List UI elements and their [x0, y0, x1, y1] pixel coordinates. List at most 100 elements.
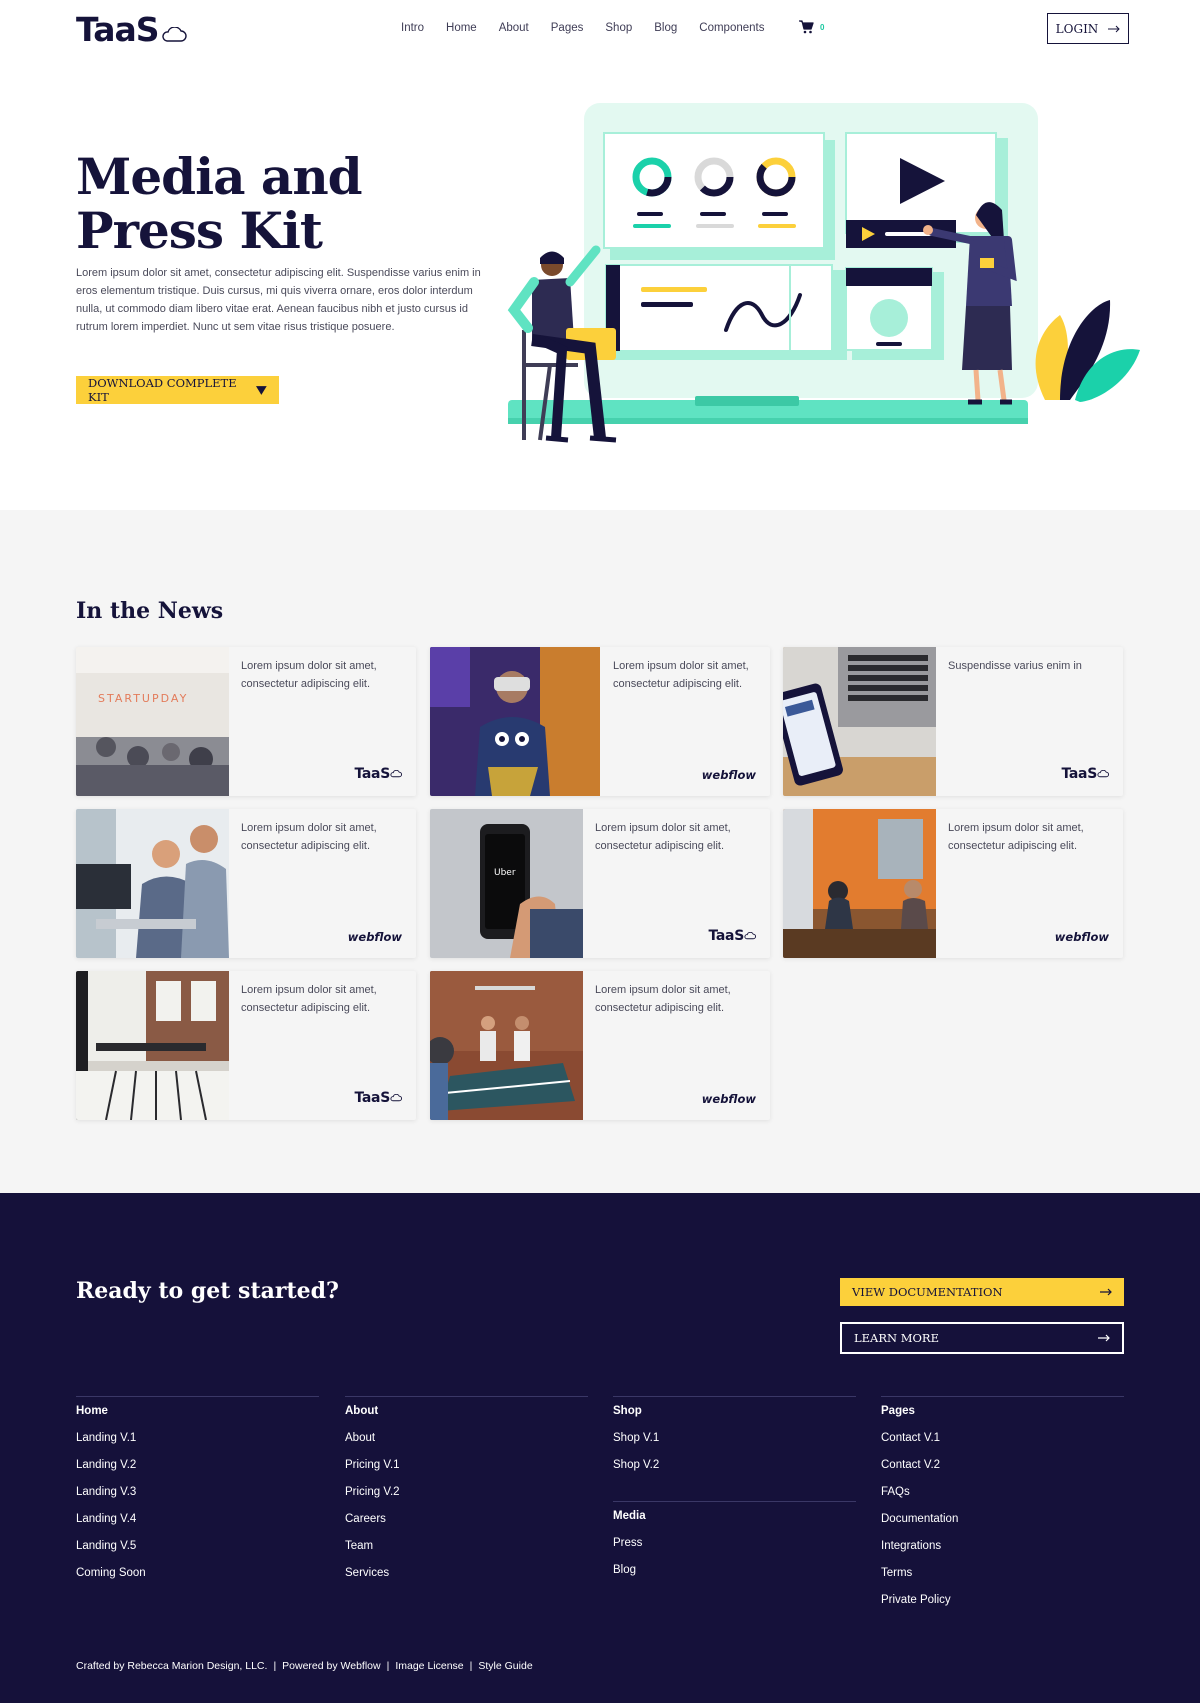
footer-link[interactable]: Shop V.1 [613, 1432, 856, 1459]
footer-heading: Home [76, 1405, 108, 1417]
doc-label: VIEW DOCUMENTATION [852, 1285, 1003, 1299]
footer-col-pages: Pages Contact V.1 Contact V.2 FAQs Docum… [881, 1396, 1124, 1621]
footer-col-about: About About Pricing V.1 Pricing V.2 Care… [345, 1396, 588, 1594]
news-card[interactable]: Lorem ipsum dolor sit amet, consectetur … [430, 971, 770, 1120]
news-card-photo [430, 647, 600, 796]
cloud-icon [390, 770, 402, 778]
brand-taas-label: TaaS [708, 928, 744, 944]
cloud-icon [744, 932, 756, 940]
arrow-right-icon [1100, 1288, 1112, 1296]
news-card-photo [783, 809, 936, 958]
news-card-brand: webflow [701, 768, 756, 782]
footer-link[interactable]: Contact V.1 [881, 1432, 1124, 1459]
arrow-right-icon [1108, 25, 1121, 32]
footer-link[interactable]: Pricing V.2 [345, 1486, 588, 1513]
footer-col-media: Media Press Blog [613, 1501, 856, 1591]
footer-link[interactable]: FAQs [881, 1486, 1124, 1513]
cart-count: 0 [820, 23, 825, 32]
footer-link[interactable]: Pricing V.1 [345, 1459, 588, 1486]
footer-col-home: Home Landing V.1 Landing V.2 Landing V.3… [76, 1396, 319, 1594]
hero-title-line1: Media and [76, 147, 363, 206]
footer-link[interactable]: Documentation [881, 1513, 1124, 1540]
footer: Ready to get started? VIEW DOCUMENTATION… [0, 1193, 1200, 1703]
news-card[interactable]: Lorem ipsum dolor sit amet, consectetur … [76, 809, 416, 958]
separator: | [469, 1660, 473, 1672]
news-card-photo [430, 971, 583, 1120]
footer-link[interactable]: Landing V.1 [76, 1432, 319, 1459]
footer-link[interactable]: Services [345, 1567, 588, 1594]
arrow-right-icon [1098, 1334, 1110, 1342]
footer-bottom-bar: Crafted by Rebecca Marion Design, LLC. |… [76, 1660, 533, 1672]
nav-link-pages[interactable]: Pages [551, 22, 584, 34]
news-card-photo [783, 647, 936, 796]
download-label: DOWNLOAD COMPLETE KIT [88, 376, 237, 404]
cart-button[interactable]: 0 [799, 20, 824, 34]
news-card-photo: Uber [430, 809, 583, 958]
cloud-icon [161, 26, 187, 42]
footer-link[interactable]: Integrations [881, 1540, 1124, 1567]
news-card-text: Lorem ipsum dolor sit amet, consectetur … [241, 822, 377, 852]
news-card[interactable]: STARTUPDAY Lorem ipsum dolor sit amet, c… [76, 647, 416, 796]
brand-taas-label: TaaS [354, 766, 390, 782]
footer-link[interactable]: Blog [613, 1564, 856, 1591]
footer-link[interactable]: About [345, 1432, 588, 1459]
nav-link-about[interactable]: About [499, 22, 529, 34]
top-nav: TaaS Intro Home About Pages Shop Blog Co… [0, 0, 1200, 60]
news-title: In the News [76, 598, 224, 624]
divider [881, 1396, 1124, 1397]
footer-link[interactable]: Landing V.5 [76, 1540, 319, 1567]
nav-link-home[interactable]: Home [446, 22, 477, 34]
nav-link-blog[interactable]: Blog [654, 22, 677, 34]
footer-heading: About [345, 1405, 379, 1417]
news-card-text: Lorem ipsum dolor sit amet, consectetur … [241, 984, 377, 1014]
learn-more-button[interactable]: LEARN MORE [840, 1322, 1124, 1354]
news-card[interactable]: Lorem ipsum dolor sit amet, consectetur … [783, 809, 1123, 958]
footer-link[interactable]: Contact V.2 [881, 1459, 1124, 1486]
credit-crafted-by[interactable]: Crafted by Rebecca Marion Design, LLC. [76, 1660, 267, 1672]
footer-link[interactable]: Coming Soon [76, 1567, 319, 1594]
news-card-brand: webflow [701, 1092, 756, 1106]
footer-link[interactable]: Terms [881, 1567, 1124, 1594]
divider [345, 1396, 588, 1397]
photo-phone-text: Uber [494, 868, 516, 878]
news-card[interactable]: Suspendisse varius enim in TaaS [783, 647, 1123, 796]
credit-image-license[interactable]: Image License [395, 1660, 463, 1672]
credit-style-guide[interactable]: Style Guide [478, 1660, 532, 1672]
cart-icon [799, 20, 814, 34]
credit-powered-by[interactable]: Powered by Webflow [282, 1660, 380, 1672]
nav-link-intro[interactable]: Intro [401, 22, 424, 34]
view-documentation-button[interactable]: VIEW DOCUMENTATION [840, 1278, 1124, 1306]
footer-link[interactable]: Landing V.4 [76, 1513, 319, 1540]
news-card[interactable]: Lorem ipsum dolor sit amet, consectetur … [76, 971, 416, 1120]
cloud-icon [1097, 770, 1109, 778]
news-section: In the News STARTUPDAY Lorem ipsum dolor… [0, 510, 1200, 1193]
footer-link[interactable]: Press [613, 1537, 856, 1564]
news-card-brand: TaaS [354, 766, 402, 782]
nav-link-components[interactable]: Components [699, 22, 764, 34]
footer-link[interactable]: Shop V.2 [613, 1459, 856, 1486]
nav-link-shop[interactable]: Shop [605, 22, 632, 34]
footer-link[interactable]: Team [345, 1540, 588, 1567]
download-kit-button[interactable]: DOWNLOAD COMPLETE KIT [76, 376, 279, 404]
footer-link[interactable]: Private Policy [881, 1594, 1124, 1621]
news-card-text: Lorem ipsum dolor sit amet, consectetur … [241, 660, 377, 690]
brand-logo[interactable]: TaaS [76, 10, 187, 49]
news-card-photo: STARTUPDAY [76, 647, 229, 796]
news-card-text: Lorem ipsum dolor sit amet, consectetur … [613, 660, 749, 690]
nav-links: Intro Home About Pages Shop Blog Compone… [401, 22, 786, 34]
news-card-brand: TaaS [708, 928, 756, 944]
divider [613, 1396, 856, 1397]
photo-sign-text: STARTUPDAY [98, 692, 188, 705]
hero-illustration [507, 103, 1140, 443]
hero-title-line2: Press Kit [76, 201, 323, 260]
learn-label: LEARN MORE [854, 1331, 939, 1345]
news-card[interactable]: Uber Lorem ipsum dolor sit amet, consect… [430, 809, 770, 958]
news-card[interactable]: Lorem ipsum dolor sit amet, consectetur … [430, 647, 770, 796]
login-button[interactable]: LOGIN [1047, 13, 1129, 44]
footer-link[interactable]: Landing V.3 [76, 1486, 319, 1513]
divider [613, 1501, 856, 1502]
brand-taas-label: TaaS [1061, 766, 1097, 782]
footer-link[interactable]: Landing V.2 [76, 1459, 319, 1486]
footer-link[interactable]: Careers [345, 1513, 588, 1540]
news-card-photo [76, 971, 229, 1120]
